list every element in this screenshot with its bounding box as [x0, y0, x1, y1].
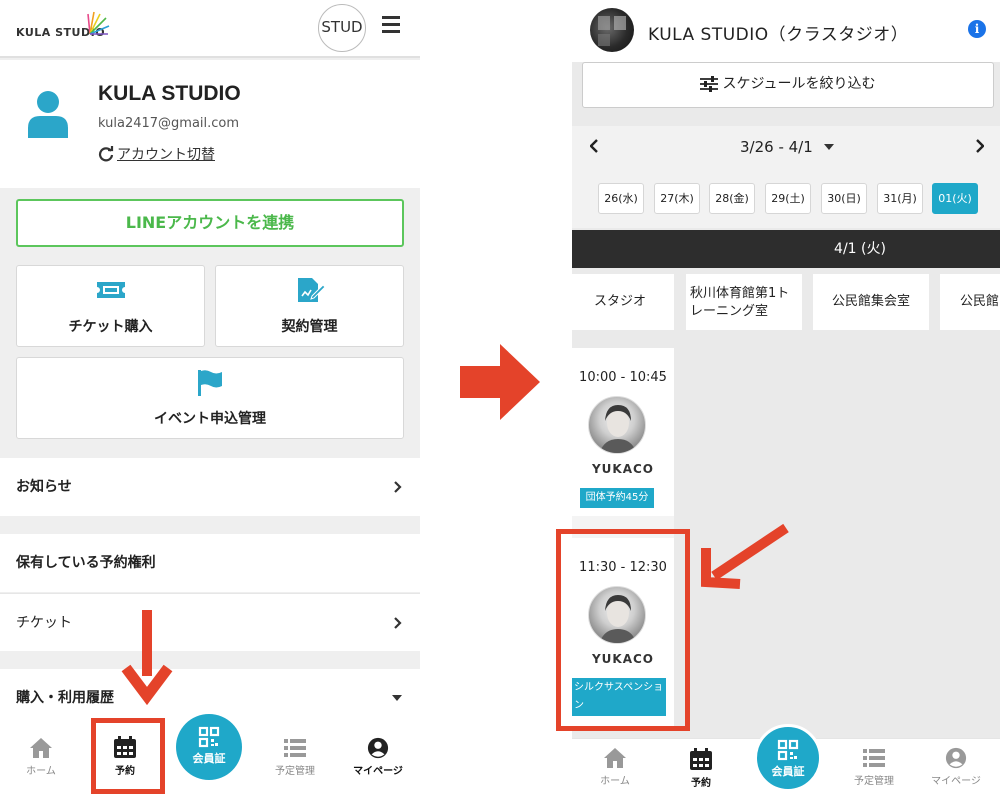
nav-mypage-label: マイページ — [931, 776, 981, 787]
ticket-purchase-label: チケット購入 — [68, 319, 153, 335]
class-slot[interactable]: 10:00 - 10:45 YUKACO 団体予約45分 — [572, 348, 674, 516]
selected-date-bar: 4/1 (火) — [572, 230, 1000, 268]
ticket-row-label: チケット — [16, 615, 72, 631]
switch-account-label: アカウント切替 — [117, 147, 215, 163]
user-circle-icon — [367, 737, 389, 759]
purchase-history-label: 購入・利用履歴 — [16, 690, 114, 706]
arrow-right-annotation — [460, 344, 540, 420]
reservation-rights-label: 保有している予約権利 — [16, 555, 156, 571]
studio-title: KULA STUDIO（クラスタジオ） — [648, 25, 909, 45]
qr-code-icon — [198, 726, 220, 748]
reservation-rights-row: 保有している予約権利 — [0, 534, 420, 592]
profile-name: KULA STUDIO — [98, 82, 241, 105]
left-phone-screen: KULA STUDIO STUD KULA STUDIO kula2417@gm… — [0, 0, 420, 800]
day-chip-selected[interactable]: 01(火) — [932, 183, 978, 214]
list-icon — [284, 739, 306, 757]
chevron-left-icon[interactable] — [590, 139, 598, 153]
date-range-bar: 3/26 - 4/1 — [572, 126, 1000, 168]
instructor-name: YUKACO — [591, 462, 655, 476]
nav-schedule-label: 予定管理 — [854, 776, 894, 787]
qr-code-icon — [777, 739, 799, 761]
contract-management-label: 契約管理 — [281, 319, 338, 335]
studio-photo-icon — [590, 8, 634, 52]
class-time: 10:00 - 10:45 — [579, 370, 667, 385]
sliders-icon — [700, 76, 719, 92]
studio-switch-badge[interactable]: STUD — [318, 4, 366, 52]
nav-home[interactable]: ホーム — [590, 747, 640, 787]
nav-booking[interactable]: 予約 — [676, 747, 726, 789]
nav-booking-label: 予約 — [691, 778, 711, 789]
switch-account-link[interactable]: アカウント切替 — [98, 144, 215, 164]
chevron-right-icon — [394, 481, 402, 493]
calendar-icon — [690, 748, 712, 770]
nav-mypage[interactable]: マイページ — [348, 737, 408, 777]
caret-down-icon[interactable] — [824, 144, 834, 150]
info-icon[interactable]: i — [968, 20, 986, 38]
day-chip[interactable]: 29(土) — [765, 183, 811, 214]
member-card-label: 会員証 — [771, 765, 805, 778]
hamburger-menu-icon[interactable] — [382, 16, 400, 34]
home-icon — [604, 748, 626, 768]
studio-column-header: 秋川体育館第1トレーニング室 — [686, 274, 802, 330]
nav-schedule-label: 予定管理 — [275, 766, 315, 777]
day-selector: 26(水) 27(木) 28(金) 29(土) 30(日) 31(月) 01(火… — [572, 168, 1000, 228]
day-chip[interactable]: 27(木) — [654, 183, 700, 214]
profile-email: kula2417@gmail.com — [98, 116, 240, 131]
profile-section: KULA STUDIO kula2417@gmail.com アカウント切替 — [0, 60, 420, 188]
studio-column-header: スタジオ — [572, 274, 674, 330]
studio-column-header: 公民館集会室 — [813, 274, 929, 330]
event-application-label: イベント申込管理 — [154, 411, 266, 427]
class-tag: 団体予約45分 — [580, 488, 654, 508]
ticket-purchase-card[interactable]: チケット購入 — [16, 265, 205, 347]
day-chip[interactable]: 26(水) — [598, 183, 644, 214]
studio-header: KULA STUDIO（クラスタジオ） i — [572, 0, 1000, 62]
event-application-card[interactable]: イベント申込管理 — [16, 357, 404, 439]
app-header: KULA STUDIO STUD — [0, 0, 420, 58]
nav-home-label: ホーム — [26, 766, 56, 777]
day-chip[interactable]: 30(日) — [821, 183, 867, 214]
day-chip[interactable]: 28(金) — [709, 183, 755, 214]
nav-mypage[interactable]: マイページ — [924, 747, 988, 787]
member-card-button[interactable]: 会員証 — [754, 724, 822, 792]
nav-home-label: ホーム — [600, 776, 630, 787]
ticket-icon — [96, 282, 125, 298]
home-icon — [30, 738, 52, 758]
nav-schedule[interactable]: 予定管理 — [844, 747, 904, 787]
member-card-label: 会員証 — [192, 752, 226, 765]
nav-home[interactable]: ホーム — [16, 737, 66, 777]
filter-schedule-button[interactable]: スケジュールを絞り込む — [582, 62, 994, 108]
chevron-right-icon — [394, 617, 402, 629]
logo-burst-icon — [87, 11, 110, 35]
day-chip[interactable]: 31(月) — [877, 183, 923, 214]
nav-schedule[interactable]: 予定管理 — [268, 737, 322, 777]
flag-icon — [198, 370, 222, 396]
instructor-photo — [588, 396, 646, 454]
nav-mypage-label: マイページ — [353, 766, 403, 777]
date-range-label[interactable]: 3/26 - 4/1 — [740, 138, 813, 156]
chevron-right-icon[interactable] — [976, 139, 984, 153]
contract-management-card[interactable]: 契約管理 — [215, 265, 404, 347]
user-circle-icon — [945, 747, 967, 769]
refresh-icon — [98, 146, 114, 162]
filter-schedule-label: スケジュールを絞り込む — [722, 76, 876, 92]
highlight-booking-box — [91, 718, 165, 794]
user-avatar-icon — [28, 91, 68, 138]
studio-column-header: 公民館 — [940, 274, 1000, 330]
highlight-class-slot-box — [556, 529, 690, 731]
list-icon — [863, 749, 885, 767]
arrow-down-annotation — [121, 610, 173, 706]
member-card-button[interactable]: 会員証 — [176, 714, 242, 780]
ticket-row[interactable]: チケット — [0, 593, 420, 651]
arrow-diagonal-annotation — [701, 523, 789, 589]
news-row[interactable]: お知らせ — [0, 458, 420, 516]
caret-down-icon — [392, 695, 402, 701]
link-line-account-button[interactable]: LINEアカウントを連携 — [16, 199, 404, 247]
contract-edit-icon — [297, 278, 326, 302]
news-label: お知らせ — [16, 479, 72, 495]
